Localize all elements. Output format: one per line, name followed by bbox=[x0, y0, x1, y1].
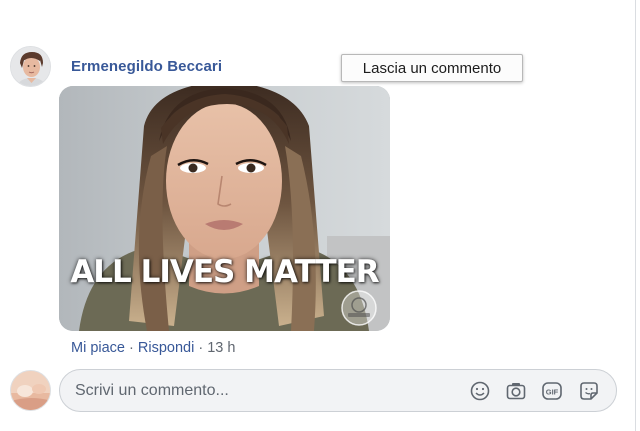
author-avatar-picture bbox=[11, 47, 50, 86]
image-overlay-text: ALL LIVES MATTER bbox=[70, 254, 379, 290]
current-user-avatar bbox=[10, 370, 51, 411]
comment-author-name[interactable]: Ermenegildo Beccari bbox=[71, 58, 222, 75]
separator: · bbox=[198, 340, 208, 356]
watermark-logo bbox=[341, 290, 377, 326]
comment-input[interactable] bbox=[75, 370, 455, 411]
gif-icon-label: GIF bbox=[546, 387, 559, 396]
gif-icon[interactable]: GIF bbox=[541, 380, 563, 402]
like-link[interactable]: Mi piace bbox=[71, 340, 125, 356]
leave-comment-tooltip: Lascia un commento bbox=[341, 54, 523, 82]
separator: · bbox=[129, 340, 138, 356]
sticker-icon[interactable] bbox=[578, 380, 600, 402]
comment-timestamp[interactable]: 13 h bbox=[207, 340, 235, 356]
emoji-icon[interactable] bbox=[469, 380, 491, 402]
comment-actions: Mi piace · Rispondi · 13 h bbox=[71, 340, 235, 356]
comment-image[interactable]: ALL LIVES MATTER bbox=[59, 86, 390, 331]
current-user-avatar-picture bbox=[11, 371, 50, 410]
comment-composer: GIF bbox=[59, 369, 617, 412]
right-divider bbox=[635, 0, 636, 431]
camera-icon[interactable] bbox=[505, 380, 527, 402]
reply-link[interactable]: Rispondi bbox=[138, 340, 194, 356]
author-avatar[interactable] bbox=[10, 46, 51, 87]
